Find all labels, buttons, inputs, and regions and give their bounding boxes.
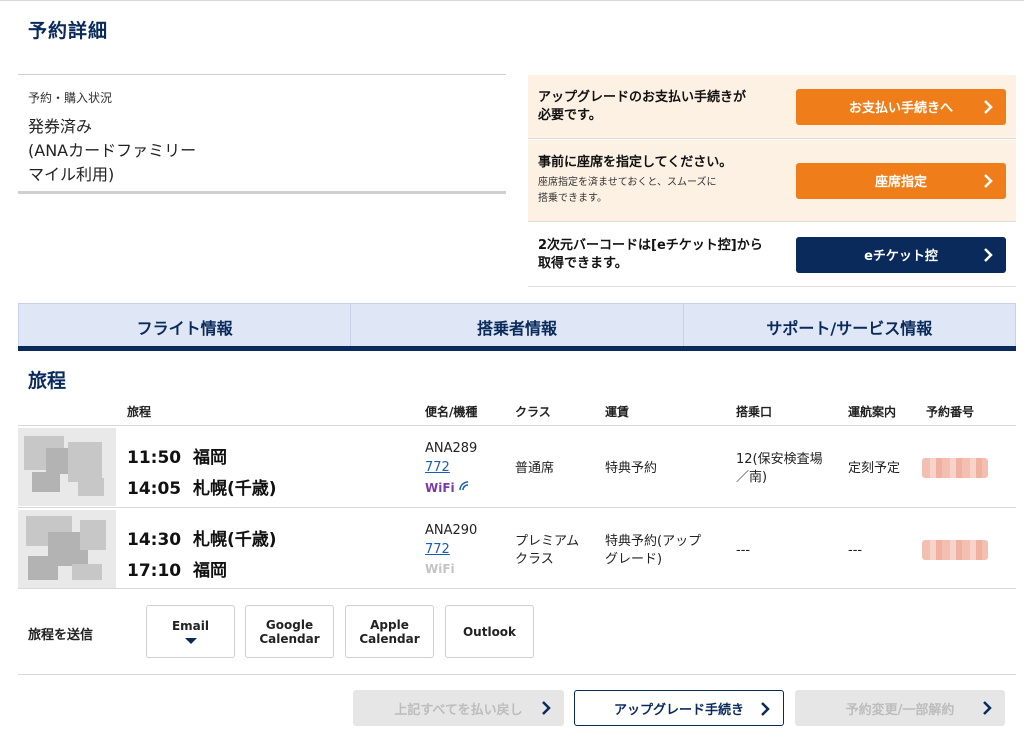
status-value: 発券済み (ANAカードファミリー マイル利用) — [28, 117, 197, 184]
send-email-button[interactable]: Email — [146, 605, 235, 658]
eticket-message: 2次元バーコードは[eチケット控]から 取得できます。 — [538, 237, 763, 271]
itinerary-title: 旅程 — [28, 370, 67, 392]
tabs-underline — [18, 346, 1016, 351]
top-divider — [0, 0, 1024, 1]
aircraft-link[interactable]: 772 — [425, 460, 450, 475]
header-status: 運航案内 — [848, 405, 897, 419]
seat-selection-message: 事前に座席を指定してください。 — [538, 155, 733, 170]
chevron-right-icon — [983, 701, 992, 715]
flight-thumbnail — [18, 428, 116, 506]
upgrade-payment-notice: アップグレードのお支払い手続きが 必要です。 お支払い手続きへ — [528, 75, 1016, 139]
refund-all-label: 上記すべてを払い戻し — [394, 702, 523, 718]
flight-number: ANA289 — [425, 441, 478, 456]
tab-passenger-info[interactable]: 搭乗者情報 — [351, 304, 684, 349]
arrival-time: 17:10 — [127, 561, 182, 581]
payment-button-label: お支払い手続きへ — [848, 101, 953, 116]
send-google-calendar-button[interactable]: Google Calendar — [245, 605, 334, 658]
send-itinerary-label: 旅程を送信 — [28, 628, 94, 643]
detail-tabs: フライト情報 搭乗者情報 サポート/サービス情報 — [18, 303, 1016, 349]
seat-selection-button[interactable]: 座席指定 — [796, 162, 1006, 199]
chevron-right-icon — [984, 99, 993, 114]
change-cancel-button[interactable]: 予約変更/一部解約 — [795, 690, 1005, 726]
fare-cell: 特典予約(アップ グレード) — [605, 534, 702, 567]
departure: 14:30 札幌(千歳) — [127, 525, 277, 550]
upgrade-payment-message: アップグレードのお支払い手続きが 必要です。 — [538, 89, 747, 123]
header-pnr: 予約番号 — [926, 405, 975, 419]
gate-cell: --- — [736, 543, 751, 558]
send-email-label: Email — [171, 619, 210, 633]
eticket-notice: 2次元バーコードは[eチケット控]から 取得できます。 eチケット控 — [528, 223, 1016, 287]
flight-thumbnail — [18, 510, 116, 588]
header-route: 旅程 — [127, 405, 152, 419]
bottom-divider — [18, 674, 1016, 675]
class-cell: 普通席 — [515, 461, 555, 476]
chevron-right-icon — [984, 247, 993, 262]
pnr-redacted — [922, 540, 988, 560]
arrival: 14:05 札幌(千歳) — [127, 474, 277, 499]
page-title: 予約詳細 — [28, 20, 109, 42]
wifi-icon — [459, 481, 468, 491]
eticket-button-label: eチケット控 — [864, 249, 938, 264]
table-divider — [18, 507, 1016, 508]
table-divider — [18, 588, 1016, 589]
upgrade-procedure-button[interactable]: アップグレード手続き — [574, 690, 784, 726]
tab-flight-info[interactable]: フライト情報 — [19, 304, 352, 349]
send-outlook-button[interactable]: Outlook — [445, 605, 534, 658]
arrival-city: 福岡 — [192, 561, 227, 581]
header-class: クラス — [515, 405, 551, 419]
departure-city: 札幌(千歳) — [192, 530, 277, 550]
chevron-right-icon — [542, 701, 551, 715]
departure-time: 11:50 — [127, 448, 182, 468]
arrival-time: 14:05 — [127, 479, 182, 499]
caret-down-icon — [184, 638, 197, 644]
upgrade-procedure-label: アップグレード手続き — [613, 702, 744, 718]
status-cell: --- — [848, 543, 863, 558]
seat-selection-notice: 事前に座席を指定してください。 座席指定を済ませておくと、スムーズに 搭乗できま… — [528, 140, 1016, 222]
arrival-city: 札幌(千歳) — [192, 479, 277, 499]
chevron-right-icon — [984, 173, 993, 188]
seat-selection-button-label: 座席指定 — [874, 175, 927, 190]
flight-number: ANA290 — [425, 523, 478, 538]
departure-city: 福岡 — [192, 448, 227, 468]
tab-support-service[interactable]: サポート/サービス情報 — [684, 304, 1015, 349]
status-label: 予約・購入状況 — [28, 91, 113, 105]
booking-status-panel: 予約・購入状況 発券済み (ANAカードファミリー マイル利用) — [18, 74, 506, 194]
eticket-button[interactable]: eチケット控 — [796, 236, 1006, 273]
seat-selection-submessage: 座席指定を済ませておくと、スムーズに 搭乗できます。 — [538, 177, 717, 204]
fare-cell: 特典予約 — [605, 461, 658, 476]
wifi-badge-unavailable: WiFi — [425, 562, 455, 576]
refund-all-button[interactable]: 上記すべてを払い戻し — [353, 690, 564, 726]
wifi-badge: WiFi — [425, 481, 469, 495]
table-divider — [18, 425, 1016, 426]
header-fare: 運賃 — [605, 405, 630, 419]
header-gate: 搭乗口 — [736, 405, 773, 419]
class-cell: プレミアム クラス — [515, 534, 580, 567]
send-apple-calendar-button[interactable]: Apple Calendar — [345, 605, 434, 658]
status-cell: 定刻予定 — [848, 461, 901, 476]
arrival: 17:10 福岡 — [127, 556, 227, 581]
aircraft-link[interactable]: 772 — [425, 542, 450, 557]
header-flight: 便名/機種 — [425, 405, 478, 419]
departure-time: 14:30 — [127, 530, 182, 550]
change-cancel-label: 予約変更/一部解約 — [845, 702, 955, 718]
departure: 11:50 福岡 — [127, 443, 227, 468]
chevron-right-icon — [761, 702, 770, 716]
payment-button[interactable]: お支払い手続きへ — [796, 88, 1006, 125]
pnr-redacted — [922, 458, 988, 478]
gate-cell: 12(保安検査場 ／南) — [736, 452, 823, 485]
